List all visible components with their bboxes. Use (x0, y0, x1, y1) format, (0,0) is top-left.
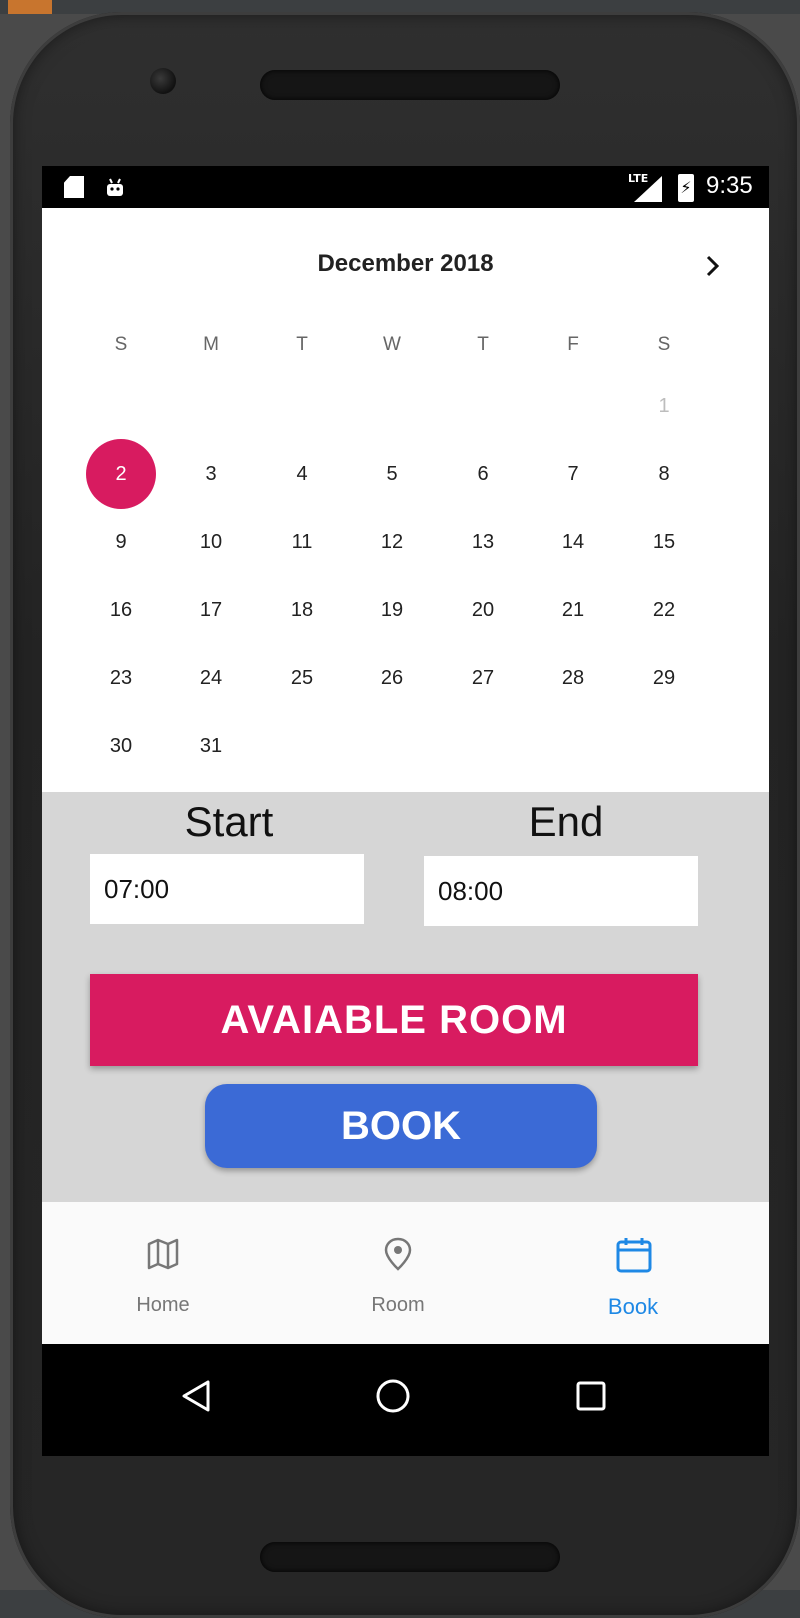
desktop-tag (8, 0, 52, 14)
nav-room-label: Room (371, 1294, 425, 1316)
calendar-day[interactable]: 15 (634, 512, 694, 572)
calendar-day[interactable]: 23 (91, 648, 151, 708)
calendar-day[interactable]: 26 (362, 648, 422, 708)
calendar-day[interactable]: 27 (453, 648, 513, 708)
calendar-day[interactable]: 9 (91, 512, 151, 572)
weekday-tuesday: T (296, 334, 308, 355)
calendar-day[interactable]: 1 (634, 376, 694, 436)
calendar-day[interactable]: 4 (272, 444, 332, 504)
bottom-navigation: Home Room Book (42, 1202, 769, 1344)
calendar-day[interactable]: 19 (362, 580, 422, 640)
calendar-day[interactable]: 28 (543, 648, 603, 708)
calendar-icon (616, 1238, 652, 1273)
calendar-day[interactable]: 22 (634, 580, 694, 640)
calendar-day[interactable]: 7 (543, 444, 603, 504)
system-navigation-bar (42, 1344, 769, 1456)
nav-room[interactable]: Room (277, 1202, 519, 1344)
android-icon (107, 178, 123, 196)
top-speaker (260, 70, 560, 100)
start-time-input[interactable] (90, 854, 364, 924)
weekday-saturday: S (657, 334, 671, 355)
calendar-day[interactable]: 13 (453, 512, 513, 572)
calendar-day[interactable]: 5 (362, 444, 422, 504)
home-circle-icon[interactable] (375, 1378, 411, 1414)
status-time: 9:35 (706, 172, 753, 199)
book-button[interactable]: BOOK (205, 1084, 597, 1168)
calendar-day[interactable]: 31 (181, 716, 241, 776)
bottom-speaker (260, 1542, 560, 1572)
nav-home[interactable]: Home (42, 1202, 284, 1344)
device-screen: LTE ⚡ 9:35 December 2018 S M T W T F S 1… (42, 166, 769, 1456)
calendar-day[interactable]: 25 (272, 648, 332, 708)
calendar-day[interactable]: 10 (181, 512, 241, 572)
calendar-day[interactable]: 29 (634, 648, 694, 708)
calendar-day[interactable]: 21 (543, 580, 603, 640)
calendar-day[interactable]: 8 (634, 444, 694, 504)
front-camera (150, 68, 176, 94)
nav-book-label: Book (607, 1294, 659, 1319)
location-pin-icon (384, 1237, 412, 1271)
map-icon (147, 1238, 179, 1270)
calendar-month-title: December 2018 (317, 250, 494, 277)
weekday-sunday: S (114, 334, 128, 355)
chevron-right-icon[interactable] (698, 252, 726, 280)
calendar-day[interactable]: 11 (272, 512, 332, 572)
charging-bolt-icon: ⚡ (680, 178, 692, 197)
nav-book[interactable]: Book (512, 1202, 754, 1344)
sd-card-icon (64, 176, 84, 198)
calendar-day[interactable]: 17 (181, 580, 241, 640)
nav-home-label: Home (136, 1294, 190, 1316)
start-label: Start (184, 798, 274, 845)
calendar-day-selected[interactable]: 2 (91, 444, 151, 504)
weekday-friday: F (567, 334, 579, 355)
end-label: End (528, 798, 604, 845)
calendar-day[interactable]: 30 (91, 716, 151, 776)
back-icon[interactable] (178, 1378, 214, 1414)
calendar-day[interactable]: 20 (453, 580, 513, 640)
calendar-day[interactable]: 6 (453, 444, 513, 504)
calendar-day[interactable]: 14 (543, 512, 603, 572)
weekday-wednesday: W (383, 334, 401, 355)
weekday-thursday: T (477, 334, 489, 355)
calendar-picker: December 2018 S M T W T F S 1 2 34567891… (42, 208, 769, 792)
end-time-input[interactable] (424, 856, 698, 926)
available-room-button[interactable]: AVAIABLE ROOM (90, 974, 698, 1066)
recents-square-icon[interactable] (573, 1378, 609, 1414)
network-type: LTE (628, 172, 649, 185)
calendar-day[interactable]: 24 (181, 648, 241, 708)
calendar-day[interactable]: 18 (272, 580, 332, 640)
calendar-day[interactable]: 12 (362, 512, 422, 572)
weekday-monday: M (203, 334, 219, 355)
calendar-day[interactable]: 16 (91, 580, 151, 640)
status-bar: LTE ⚡ 9:35 (42, 166, 769, 208)
calendar-day[interactable]: 3 (181, 444, 241, 504)
